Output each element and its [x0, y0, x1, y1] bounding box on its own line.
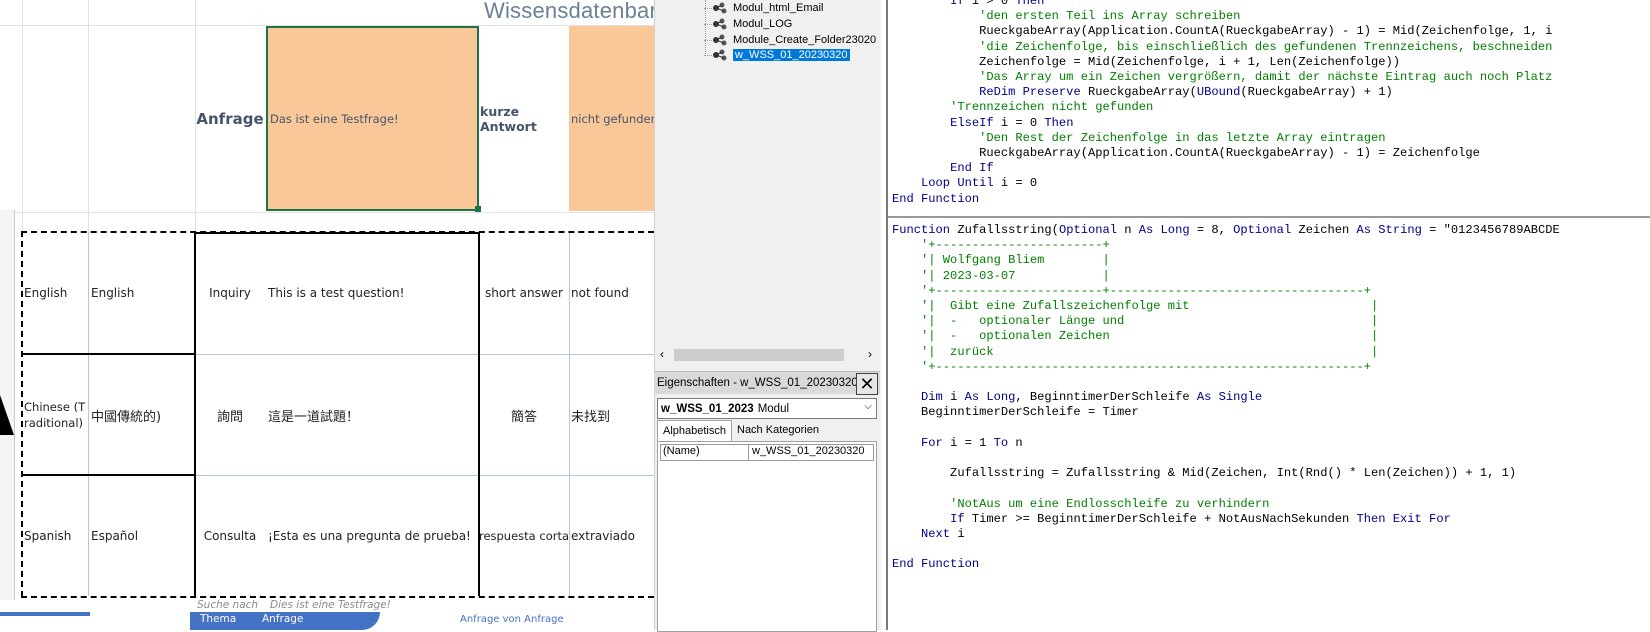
scroll-left-icon[interactable]: ‹	[660, 347, 664, 361]
anfrage-value: Das ist eine Testfrage!	[270, 111, 399, 126]
module-icon	[712, 1, 730, 15]
tree-horizontal-scrollbar[interactable]: ‹ ›	[658, 346, 876, 364]
code-line[interactable]: 'Den Rest der Zeichenfolge in das letzte…	[892, 130, 1385, 146]
excel-worksheet[interactable]: Wissensdatenbar Anfrage Das ist eine Tes…	[0, 0, 654, 630]
code-line[interactable]: '+--------------------------------------…	[892, 359, 1371, 375]
inquiry-cell[interactable]: Consulta	[197, 476, 263, 596]
lang-cell[interactable]: English	[24, 232, 88, 353]
code-line[interactable]: '| 2023-03-07 |	[892, 268, 1110, 284]
properties-grid[interactable]: (Name) w_WSS_01_20230320	[657, 441, 877, 632]
procedure-separator	[888, 216, 1650, 218]
code-line[interactable]: End Function	[892, 556, 979, 572]
module-icon	[712, 33, 730, 47]
tab-alphabetisch[interactable]: Alphabetisch	[657, 420, 732, 441]
property-name: (Name)	[661, 445, 749, 460]
code-line[interactable]: RueckgabeArray(Application.CountA(Rueckg…	[892, 145, 1480, 161]
lang-native-cell[interactable]: Español	[91, 476, 191, 596]
close-icon[interactable]: ✕	[856, 373, 878, 395]
code-line[interactable]: '| zurück |	[892, 344, 1378, 360]
lang-cell[interactable]: Chinese (Traditional)	[24, 355, 86, 475]
code-line[interactable]: If Timer >= BeginntimerDerSchleife + Not…	[892, 511, 1451, 527]
result-cell[interactable]: not found	[571, 232, 654, 353]
object-type: Modul	[757, 402, 790, 415]
anfrage-label[interactable]: Anfrage	[195, 25, 265, 212]
code-line[interactable]: RueckgabeArray(Application.CountA(Rueckg…	[892, 23, 1552, 39]
code-line[interactable]: Dim i As Long, BeginntimerDerSchleife As…	[892, 389, 1262, 405]
code-line[interactable]: '| - optionalen Zeichen |	[892, 328, 1378, 344]
scroll-right-icon[interactable]: ›	[868, 347, 872, 361]
tree-item-module[interactable]: Module_Create_Folder23020	[712, 32, 876, 48]
result-cell[interactable]: 未找到	[571, 355, 654, 475]
code-line[interactable]: Next i	[892, 526, 965, 542]
code-line[interactable]: Function Zufallsstring(Optional n As Lon…	[892, 222, 1560, 238]
thema-header[interactable]: Thema	[200, 612, 250, 626]
lang-native-cell[interactable]: 中國傳統的)	[91, 355, 191, 475]
question-cell[interactable]: This is a test question!	[268, 232, 476, 353]
code-editor[interactable]: If i > 0 Then 'den ersten Teil ins Array…	[886, 0, 1650, 630]
object-selector[interactable]: w_WSS_01_2023 Modul ⌵	[657, 398, 877, 419]
tree-item-label: Module_Create_Folder23020	[733, 34, 877, 46]
code-line[interactable]: Loop Until i = 0	[892, 175, 1037, 191]
anfrage-header[interactable]: Anfrage	[262, 612, 322, 626]
short-answer-cell[interactable]: respuesta corta	[479, 476, 569, 596]
properties-title-bar: Eigenschaften - w_WSS_01_20230320 ✕	[654, 371, 880, 395]
lang-cell[interactable]: Spanish	[24, 476, 88, 596]
tree-item-label: w_WSS_01_20230320	[733, 49, 850, 61]
code-line[interactable]: 'den ersten Teil ins Array schreiben	[892, 8, 1240, 24]
code-line[interactable]: BeginntimerDerSchleife = Timer	[892, 404, 1139, 420]
short-answer-value: nicht gefunden	[571, 111, 654, 126]
inquiry-cell[interactable]: Inquiry	[197, 232, 263, 353]
inquiry-cell[interactable]: 詢問	[197, 355, 263, 475]
result-cell[interactable]: extraviado	[571, 476, 654, 596]
code-line[interactable]: '| - optionaler Länge und |	[892, 313, 1378, 329]
code-line[interactable]: '| Wolfgang Bliem |	[892, 252, 1110, 268]
code-line[interactable]: ElseIf i = 0 Then	[892, 115, 1073, 131]
module-icon	[712, 17, 730, 31]
short-answer-cell[interactable]: short answer	[480, 232, 568, 353]
tree-item-module[interactable]: w_WSS_01_20230320	[712, 47, 850, 63]
property-row[interactable]: (Name) w_WSS_01_20230320	[660, 444, 874, 461]
code-line[interactable]: '| Gibt eine Zufallszeichenfolge mit |	[892, 298, 1378, 314]
search-value-cell[interactable]: Dies ist eine Testfrage!	[270, 598, 470, 612]
code-line[interactable]: 'Das Array um ein Zeichen vergrößern, da…	[892, 69, 1552, 85]
code-line[interactable]: 'die Zeichenfolge, bis einschließlich de…	[892, 39, 1552, 55]
code-line[interactable]: 'Trennzeichen nicht gefunden	[892, 99, 1153, 115]
question-cell[interactable]: ¡Esta es una pregunta de prueba!	[268, 476, 476, 596]
chevron-down-icon[interactable]: ⌵	[864, 401, 872, 412]
code-line[interactable]: 'NotAus um eine Endlosschleife zu verhin…	[892, 496, 1269, 512]
search-label-cell[interactable]: Suche nach	[197, 598, 267, 612]
code-line[interactable]: '+-----------------------+--------------…	[892, 283, 1371, 299]
scrollbar-thumb[interactable]	[674, 349, 844, 361]
code-line[interactable]: '+-----------------------+	[892, 237, 1110, 253]
tree-item-module[interactable]: Modul_LOG	[712, 16, 792, 32]
properties-title: Eigenschaften - w_WSS_01_20230320	[657, 377, 858, 389]
sheet-title: Wissensdatenbar	[484, 0, 654, 23]
selection-arrow-icon	[0, 395, 14, 435]
trailing-header: Anfrage von Anfrage	[460, 613, 564, 625]
code-line[interactable]: End Function	[892, 191, 979, 207]
tab-nach-kategorien[interactable]: Nach Kategorien	[732, 420, 824, 440]
code-line[interactable]: Zeichenfolge = Mid(Zeichenfolge, i + 1, …	[892, 54, 1400, 70]
tree-item-label: Modul_LOG	[733, 18, 793, 30]
tree-item-module[interactable]: Modul_html_Email	[712, 0, 823, 16]
question-cell[interactable]: 這是一道試題！	[268, 355, 476, 475]
object-name: w_WSS_01_2023	[661, 402, 754, 415]
lang-native-cell[interactable]: English	[91, 232, 191, 353]
code-line[interactable]: ReDim Preserve RueckgabeArray(UBound(Rue…	[892, 84, 1393, 100]
short-answer-cell[interactable]: 簡答	[480, 355, 568, 475]
code-line[interactable]: End If	[892, 160, 994, 176]
short-answer-label[interactable]: kurze Antwort	[480, 25, 568, 212]
tree-item-label: Modul_html_Email	[733, 2, 824, 14]
property-value[interactable]: w_WSS_01_20230320	[749, 445, 865, 460]
code-line[interactable]: Zufallsstring = Zufallsstring & Mid(Zeic…	[892, 465, 1516, 481]
module-icon	[712, 48, 730, 62]
code-line[interactable]: For i = 1 To n	[892, 435, 1023, 451]
